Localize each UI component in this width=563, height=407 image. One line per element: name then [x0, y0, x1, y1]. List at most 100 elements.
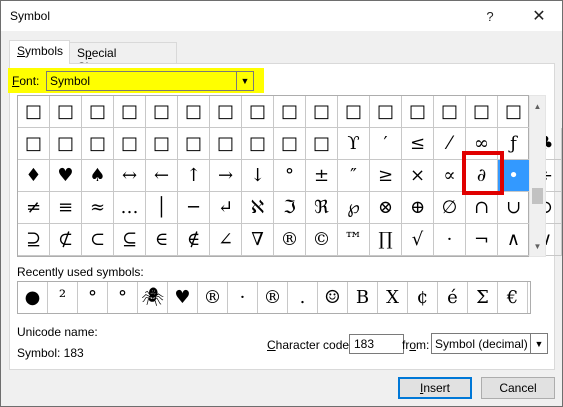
symbol-cell[interactable]: ≈ [82, 192, 114, 224]
recent-symbol[interactable]: 🕷 [138, 282, 168, 313]
symbol-cell[interactable]: □ [178, 128, 210, 160]
symbol-cell[interactable]: ∩ [466, 192, 498, 224]
recent-symbol[interactable]: € [498, 282, 528, 313]
symbol-cell[interactable]: □ [82, 96, 114, 128]
recent-symbols-list[interactable]: ● ² ° ° 🕷 ♥ ® · ®. ☺ B X ¢ é Σ € [17, 281, 531, 314]
symbol-cell[interactable]: □ [18, 96, 50, 128]
symbol-cell[interactable]: ∇ [242, 224, 274, 256]
symbol-cell[interactable]: • [498, 160, 530, 192]
symbol-cell[interactable]: ℵ [242, 192, 274, 224]
recent-symbol[interactable]: ♥ [168, 282, 198, 313]
recent-symbol[interactable]: ° [108, 282, 138, 313]
recent-symbol[interactable]: é [438, 282, 468, 313]
symbol-cell[interactable]: □ [114, 96, 146, 128]
symbol-cell[interactable]: □ [178, 96, 210, 128]
symbol-cell[interactable]: ⊄ [50, 224, 82, 256]
symbol-cell[interactable]: □ [50, 96, 82, 128]
recent-symbol[interactable]: ® [198, 282, 228, 313]
symbol-cell[interactable]: ¬ [466, 224, 498, 256]
symbol-cell[interactable]: × [402, 160, 434, 192]
symbol-cell[interactable]: ′ [370, 128, 402, 160]
symbol-cell[interactable]: │ [146, 192, 178, 224]
symbol-grid[interactable]: □□□□□□□□□□□□□□□□□□□□□□□□□□ϒ′≤⁄∞ƒ♣♦♥♠↔←↑→… [17, 95, 562, 257]
symbol-cell[interactable]: ® [274, 224, 306, 256]
symbol-cell[interactable]: ≠ [18, 192, 50, 224]
symbol-cell[interactable]: □ [274, 96, 306, 128]
symbol-cell[interactable]: © [306, 224, 338, 256]
symbol-cell[interactable]: □ [498, 96, 530, 128]
close-button[interactable]: ✕ [517, 1, 561, 31]
symbol-cell[interactable]: ∈ [146, 224, 178, 256]
recent-symbol[interactable]: . [288, 282, 318, 313]
grid-scrollbar[interactable]: ▲ ▼ [529, 95, 546, 257]
recent-symbol[interactable]: X [378, 282, 408, 313]
symbol-cell[interactable]: □ [146, 128, 178, 160]
symbol-cell[interactable]: ∧ [498, 224, 530, 256]
symbol-cell[interactable]: ℑ [274, 192, 306, 224]
font-select[interactable]: Symbol ▼ [46, 71, 254, 91]
symbol-cell[interactable]: □ [306, 96, 338, 128]
symbol-cell[interactable]: □ [146, 96, 178, 128]
symbol-cell[interactable]: □ [210, 128, 242, 160]
symbol-cell[interactable]: □ [338, 96, 370, 128]
symbol-cell[interactable]: ≥ [370, 160, 402, 192]
symbol-cell[interactable]: ← [146, 160, 178, 192]
symbol-cell[interactable]: ∏ [370, 224, 402, 256]
symbol-cell[interactable]: ⊕ [402, 192, 434, 224]
chevron-down-icon[interactable]: ▼ [530, 334, 547, 353]
symbol-cell[interactable]: ∠ [210, 224, 242, 256]
symbol-cell[interactable]: ϒ [338, 128, 370, 160]
scroll-thumb[interactable] [532, 188, 543, 204]
symbol-cell[interactable]: ∝ [434, 160, 466, 192]
symbol-cell[interactable]: ℘ [338, 192, 370, 224]
symbol-cell[interactable]: ℜ [306, 192, 338, 224]
symbol-cell[interactable]: ♠ [82, 160, 114, 192]
symbol-cell[interactable]: □ [402, 96, 434, 128]
symbol-cell[interactable]: · [434, 224, 466, 256]
recent-symbol[interactable]: ● [18, 282, 48, 313]
symbol-cell[interactable]: → [210, 160, 242, 192]
symbol-cell[interactable]: ↔ [114, 160, 146, 192]
recent-symbol[interactable]: · [228, 282, 258, 313]
symbol-cell[interactable]: □ [82, 128, 114, 160]
symbol-cell[interactable]: ∪ [498, 192, 530, 224]
symbol-cell[interactable]: ─ [178, 192, 210, 224]
symbol-cell[interactable]: √ [402, 224, 434, 256]
symbol-cell[interactable]: □ [18, 128, 50, 160]
recent-symbol[interactable]: ° [78, 282, 108, 313]
recent-symbol[interactable]: ¢ [408, 282, 438, 313]
cancel-button[interactable]: Cancel [481, 377, 555, 399]
symbol-cell[interactable]: □ [50, 128, 82, 160]
symbol-cell[interactable]: ♦ [18, 160, 50, 192]
symbol-cell[interactable]: ⊂ [82, 224, 114, 256]
symbol-cell[interactable]: □ [306, 128, 338, 160]
symbol-cell[interactable]: ″ [338, 160, 370, 192]
symbol-cell[interactable]: ± [306, 160, 338, 192]
tab-special-characters[interactable]: Special Characters [69, 42, 177, 74]
symbol-cell[interactable]: □ [242, 128, 274, 160]
symbol-cell[interactable]: □ [434, 96, 466, 128]
character-code-input[interactable]: 183 [349, 334, 404, 354]
symbol-cell[interactable]: ⊇ [18, 224, 50, 256]
symbol-cell[interactable]: ∂ [466, 160, 498, 192]
recent-symbol[interactable]: ☺ [318, 282, 348, 313]
scroll-up-icon[interactable]: ▲ [530, 98, 545, 114]
symbol-cell[interactable]: ° [274, 160, 306, 192]
from-select[interactable]: Symbol (decimal) ▼ [431, 333, 548, 354]
recent-symbol[interactable]: ² [48, 282, 78, 313]
symbol-cell[interactable]: ≡ [50, 192, 82, 224]
symbol-cell[interactable]: ∞ [466, 128, 498, 160]
symbol-cell[interactable]: ♥ [50, 160, 82, 192]
symbol-cell[interactable]: ƒ [498, 128, 530, 160]
symbol-cell[interactable]: ⊆ [114, 224, 146, 256]
symbol-cell[interactable]: ⊗ [370, 192, 402, 224]
scroll-down-icon[interactable]: ▼ [530, 238, 545, 254]
help-button[interactable]: ? [468, 1, 512, 31]
symbol-cell[interactable]: ≤ [402, 128, 434, 160]
symbol-cell[interactable]: □ [274, 128, 306, 160]
chevron-down-icon[interactable]: ▼ [236, 72, 253, 90]
symbol-cell[interactable]: □ [114, 128, 146, 160]
recent-symbol[interactable]: ® [258, 282, 288, 313]
recent-symbol[interactable]: Σ [468, 282, 498, 313]
symbol-cell[interactable]: ↓ [242, 160, 274, 192]
